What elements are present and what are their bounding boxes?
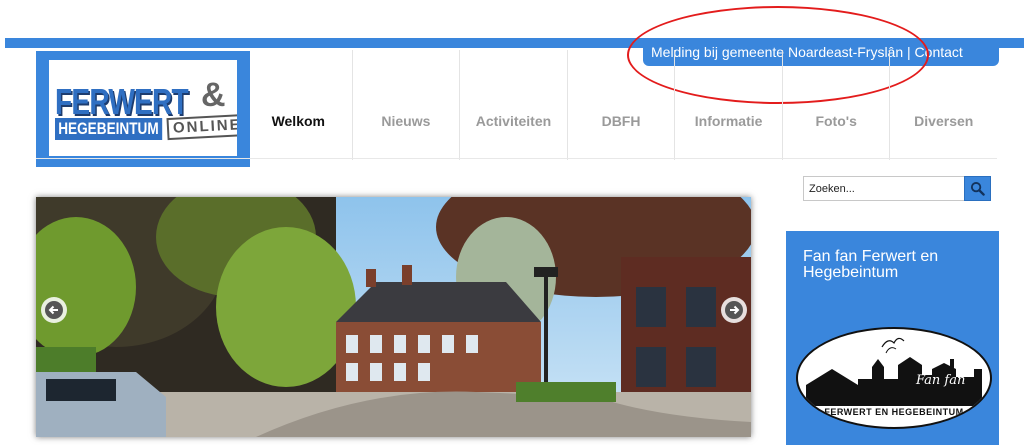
logo-online-badge: ONLINE bbox=[166, 113, 237, 141]
site-logo[interactable]: FERWERT & HEGEBEINTUM ONLINE bbox=[36, 51, 250, 167]
fan-logo-script-text: Fan fan bbox=[916, 373, 966, 388]
nav-item-informatie[interactable]: Informatie bbox=[675, 50, 783, 160]
search-input[interactable] bbox=[803, 176, 965, 201]
fan-logo-caption: FERWERT EN HEGEBEINTUM bbox=[824, 407, 964, 417]
nav-item-diversen[interactable]: Diversen bbox=[890, 50, 997, 160]
fan-fan-logo[interactable]: Fan fan FERWERT EN HEGEBEINTUM bbox=[796, 327, 992, 429]
nav-divider bbox=[36, 158, 997, 159]
search-button[interactable] bbox=[964, 176, 991, 201]
arrow-right-icon bbox=[725, 301, 743, 319]
logo-text-hegebeintum: HEGEBEINTUM bbox=[55, 118, 162, 140]
image-slider[interactable] bbox=[36, 197, 751, 437]
slider-prev-button[interactable] bbox=[41, 297, 67, 323]
logo-text-ferwert: FERWERT bbox=[55, 81, 189, 122]
arrow-left-icon bbox=[45, 301, 63, 319]
main-navigation: Welkom Nieuws Activiteiten DBFH Informat… bbox=[245, 50, 997, 160]
village-street-photo bbox=[36, 197, 751, 437]
nav-item-welkom[interactable]: Welkom bbox=[245, 50, 353, 160]
nav-item-fotos[interactable]: Foto's bbox=[783, 50, 891, 160]
nav-item-nieuws[interactable]: Nieuws bbox=[353, 50, 461, 160]
logo-inner: FERWERT & HEGEBEINTUM ONLINE bbox=[49, 60, 237, 156]
magnifier-icon bbox=[970, 181, 985, 196]
fan-widget-title: Fan fan Ferwert en Hegebeintum bbox=[803, 248, 939, 281]
logo-ampersand: & bbox=[201, 76, 226, 114]
slider-next-button[interactable] bbox=[721, 297, 747, 323]
fan-fan-widget: Fan fan Ferwert en Hegebeintum Fan fan F… bbox=[786, 231, 999, 445]
nav-item-activiteiten[interactable]: Activiteiten bbox=[460, 50, 568, 160]
nav-item-dbfh[interactable]: DBFH bbox=[568, 50, 676, 160]
search-form bbox=[803, 176, 991, 201]
